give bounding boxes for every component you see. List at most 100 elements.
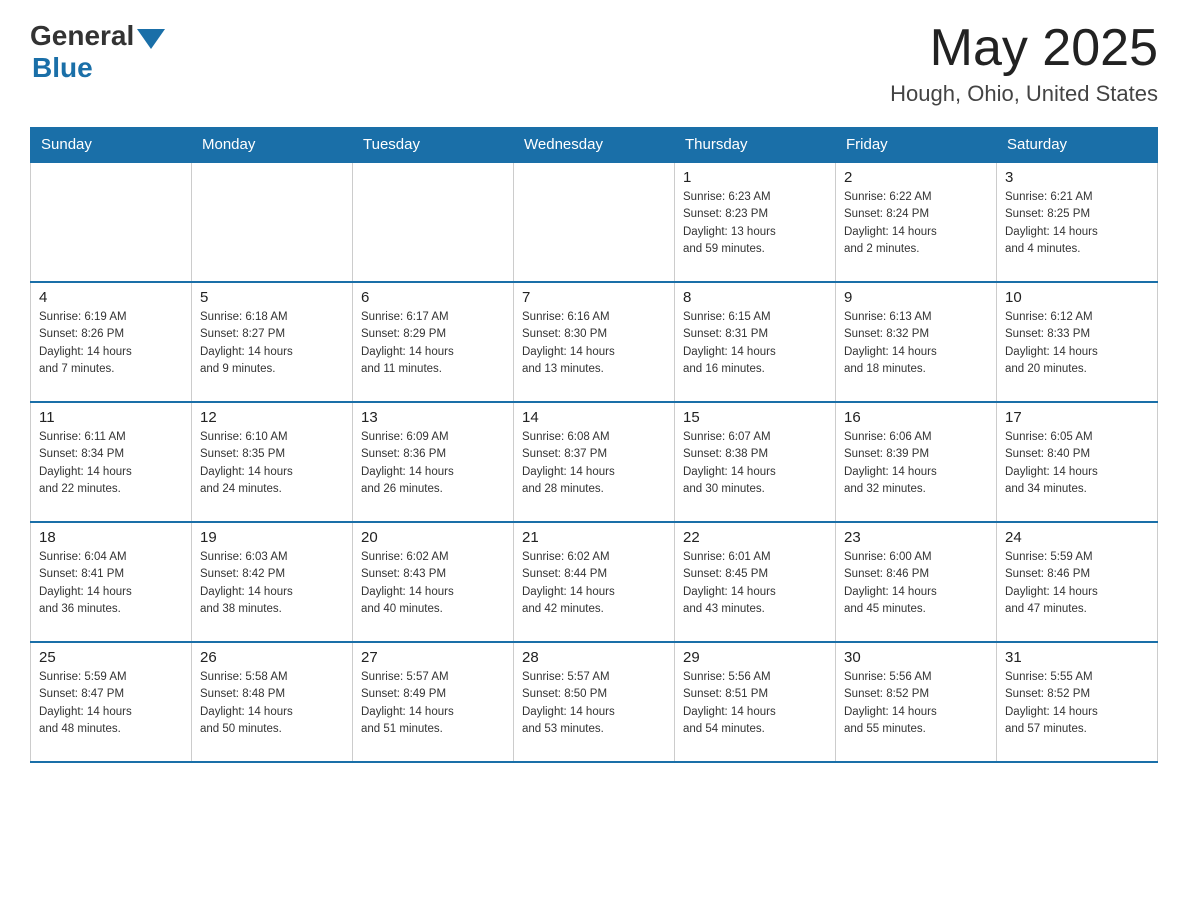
day-info: Sunrise: 6:00 AMSunset: 8:46 PMDaylight:… xyxy=(844,549,988,618)
day-number: 20 xyxy=(361,529,505,546)
calendar-cell: 3 Sunrise: 6:21 AMSunset: 8:25 PMDaylight… xyxy=(997,162,1158,282)
day-number: 1 xyxy=(683,169,827,186)
logo: General Blue xyxy=(30,20,165,84)
location-subtitle: Hough, Ohio, United States xyxy=(890,81,1158,107)
calendar-cell: 2 Sunrise: 6:22 AMSunset: 8:24 PMDaylight… xyxy=(836,162,997,282)
day-info: Sunrise: 6:11 AMSunset: 8:34 PMDaylight:… xyxy=(39,429,183,498)
day-info: Sunrise: 6:03 AMSunset: 8:42 PMDaylight:… xyxy=(200,549,344,618)
day-info: Sunrise: 6:02 AMSunset: 8:44 PMDaylight:… xyxy=(522,549,666,618)
day-number: 29 xyxy=(683,649,827,666)
day-number: 17 xyxy=(1005,409,1149,426)
calendar-cell: 29 Sunrise: 5:56 AMSunset: 8:51 PMDayligh… xyxy=(675,642,836,762)
day-number: 7 xyxy=(522,289,666,306)
calendar-header-row: SundayMondayTuesdayWednesdayThursdayFrid… xyxy=(31,128,1158,163)
calendar-cell: 16Sunrise: 6:06 AMSunset: 8:39 PMDayligh… xyxy=(836,402,997,522)
day-info: Sunrise: 5:56 AMSunset: 8:51 PMDaylight:… xyxy=(683,669,827,738)
day-info: Sunrise: 6:16 AMSunset: 8:30 PMDaylight:… xyxy=(522,309,666,378)
calendar-cell: 10 Sunrise: 6:12 AMSunset: 8:33 PMDayligh… xyxy=(997,282,1158,402)
day-info: Sunrise: 6:18 AMSunset: 8:27 PMDaylight:… xyxy=(200,309,344,378)
calendar-cell: 6 Sunrise: 6:17 AMSunset: 8:29 PMDaylight… xyxy=(353,282,514,402)
day-info: Sunrise: 5:55 AMSunset: 8:52 PMDaylight:… xyxy=(1005,669,1149,738)
day-of-week-header: Thursday xyxy=(675,128,836,163)
calendar-cell: 19 Sunrise: 6:03 AMSunset: 8:42 PMDayligh… xyxy=(192,522,353,642)
calendar-cell: 14 Sunrise: 6:08 AMSunset: 8:37 PMDayligh… xyxy=(514,402,675,522)
calendar-cell: 26Sunrise: 5:58 AMSunset: 8:48 PMDayligh… xyxy=(192,642,353,762)
calendar-cell: 13Sunrise: 6:09 AMSunset: 8:36 PMDayligh… xyxy=(353,402,514,522)
day-info: Sunrise: 6:22 AMSunset: 8:24 PMDaylight:… xyxy=(844,189,988,258)
calendar-table: SundayMondayTuesdayWednesdayThursdayFrid… xyxy=(30,127,1158,763)
calendar-week-row: 4 Sunrise: 6:19 AMSunset: 8:26 PMDaylight… xyxy=(31,282,1158,402)
day-number: 24 xyxy=(1005,529,1149,546)
day-info: Sunrise: 6:08 AMSunset: 8:37 PMDaylight:… xyxy=(522,429,666,498)
calendar-cell xyxy=(353,162,514,282)
day-info: Sunrise: 6:09 AMSunset: 8:36 PMDaylight:… xyxy=(361,429,505,498)
day-info: Sunrise: 6:10 AMSunset: 8:35 PMDaylight:… xyxy=(200,429,344,498)
day-number: 4 xyxy=(39,289,183,306)
day-number: 19 xyxy=(200,529,344,546)
calendar-cell: 15 Sunrise: 6:07 AMSunset: 8:38 PMDayligh… xyxy=(675,402,836,522)
day-info: Sunrise: 6:19 AMSunset: 8:26 PMDaylight:… xyxy=(39,309,183,378)
day-number: 26 xyxy=(200,649,344,666)
calendar-week-row: 1 Sunrise: 6:23 AMSunset: 8:23 PMDaylight… xyxy=(31,162,1158,282)
day-info: Sunrise: 5:56 AMSunset: 8:52 PMDaylight:… xyxy=(844,669,988,738)
logo-triangle-icon xyxy=(137,29,165,49)
day-of-week-header: Wednesday xyxy=(514,128,675,163)
logo-general-text: General xyxy=(30,20,134,52)
calendar-cell: 31 Sunrise: 5:55 AMSunset: 8:52 PMDayligh… xyxy=(997,642,1158,762)
calendar-cell: 25 Sunrise: 5:59 AMSunset: 8:47 PMDayligh… xyxy=(31,642,192,762)
day-info: Sunrise: 6:17 AMSunset: 8:29 PMDaylight:… xyxy=(361,309,505,378)
day-number: 6 xyxy=(361,289,505,306)
day-info: Sunrise: 5:59 AMSunset: 8:46 PMDaylight:… xyxy=(1005,549,1149,618)
day-number: 23 xyxy=(844,529,988,546)
day-number: 2 xyxy=(844,169,988,186)
calendar-cell: 4 Sunrise: 6:19 AMSunset: 8:26 PMDaylight… xyxy=(31,282,192,402)
day-info: Sunrise: 6:02 AMSunset: 8:43 PMDaylight:… xyxy=(361,549,505,618)
calendar-cell: 23 Sunrise: 6:00 AMSunset: 8:46 PMDayligh… xyxy=(836,522,997,642)
calendar-cell: 11Sunrise: 6:11 AMSunset: 8:34 PMDayligh… xyxy=(31,402,192,522)
day-number: 12 xyxy=(200,409,344,426)
day-info: Sunrise: 6:21 AMSunset: 8:25 PMDaylight:… xyxy=(1005,189,1149,258)
day-info: Sunrise: 6:01 AMSunset: 8:45 PMDaylight:… xyxy=(683,549,827,618)
day-info: Sunrise: 6:07 AMSunset: 8:38 PMDaylight:… xyxy=(683,429,827,498)
calendar-cell: 9 Sunrise: 6:13 AMSunset: 8:32 PMDaylight… xyxy=(836,282,997,402)
day-number: 16 xyxy=(844,409,988,426)
day-of-week-header: Monday xyxy=(192,128,353,163)
day-number: 9 xyxy=(844,289,988,306)
day-number: 31 xyxy=(1005,649,1149,666)
calendar-cell: 8Sunrise: 6:15 AMSunset: 8:31 PMDaylight… xyxy=(675,282,836,402)
calendar-cell: 22 Sunrise: 6:01 AMSunset: 8:45 PMDayligh… xyxy=(675,522,836,642)
day-number: 30 xyxy=(844,649,988,666)
calendar-cell: 20 Sunrise: 6:02 AMSunset: 8:43 PMDayligh… xyxy=(353,522,514,642)
day-info: Sunrise: 6:05 AMSunset: 8:40 PMDaylight:… xyxy=(1005,429,1149,498)
day-info: Sunrise: 6:13 AMSunset: 8:32 PMDaylight:… xyxy=(844,309,988,378)
day-number: 5 xyxy=(200,289,344,306)
calendar-cell: 28 Sunrise: 5:57 AMSunset: 8:50 PMDayligh… xyxy=(514,642,675,762)
day-info: Sunrise: 5:59 AMSunset: 8:47 PMDaylight:… xyxy=(39,669,183,738)
calendar-cell xyxy=(192,162,353,282)
title-block: May 2025 Hough, Ohio, United States xyxy=(890,20,1158,107)
day-number: 14 xyxy=(522,409,666,426)
day-number: 3 xyxy=(1005,169,1149,186)
day-of-week-header: Tuesday xyxy=(353,128,514,163)
day-info: Sunrise: 6:04 AMSunset: 8:41 PMDaylight:… xyxy=(39,549,183,618)
calendar-cell: 21Sunrise: 6:02 AMSunset: 8:44 PMDayligh… xyxy=(514,522,675,642)
day-number: 10 xyxy=(1005,289,1149,306)
calendar-cell: 18 Sunrise: 6:04 AMSunset: 8:41 PMDayligh… xyxy=(31,522,192,642)
day-number: 28 xyxy=(522,649,666,666)
calendar-week-row: 18 Sunrise: 6:04 AMSunset: 8:41 PMDayligh… xyxy=(31,522,1158,642)
day-number: 15 xyxy=(683,409,827,426)
calendar-cell: 27Sunrise: 5:57 AMSunset: 8:49 PMDayligh… xyxy=(353,642,514,762)
day-number: 22 xyxy=(683,529,827,546)
calendar-cell: 24 Sunrise: 5:59 AMSunset: 8:46 PMDayligh… xyxy=(997,522,1158,642)
day-info: Sunrise: 6:23 AMSunset: 8:23 PMDaylight:… xyxy=(683,189,827,258)
calendar-cell xyxy=(31,162,192,282)
day-number: 27 xyxy=(361,649,505,666)
day-info: Sunrise: 6:12 AMSunset: 8:33 PMDaylight:… xyxy=(1005,309,1149,378)
day-number: 18 xyxy=(39,529,183,546)
calendar-cell: 7 Sunrise: 6:16 AMSunset: 8:30 PMDaylight… xyxy=(514,282,675,402)
day-number: 25 xyxy=(39,649,183,666)
page-header: General Blue May 2025 Hough, Ohio, Unite… xyxy=(30,20,1158,107)
day-of-week-header: Sunday xyxy=(31,128,192,163)
calendar-week-row: 11Sunrise: 6:11 AMSunset: 8:34 PMDayligh… xyxy=(31,402,1158,522)
day-info: Sunrise: 5:57 AMSunset: 8:50 PMDaylight:… xyxy=(522,669,666,738)
